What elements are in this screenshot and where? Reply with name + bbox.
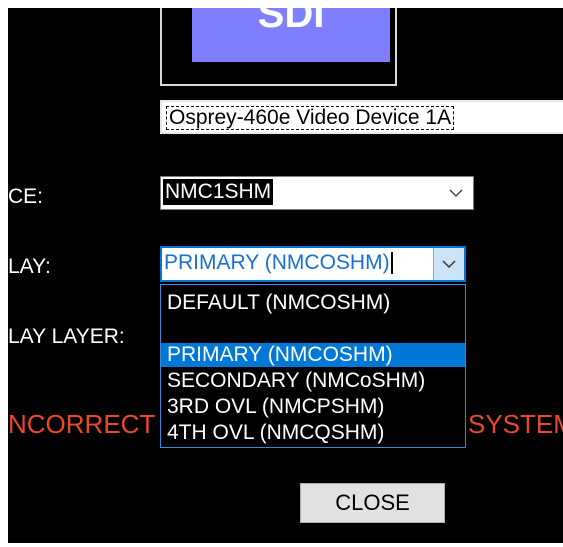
device-name-field[interactable]: Osprey-460e Video Device 1A xyxy=(160,100,563,134)
overlay-label: LAY: xyxy=(8,255,51,278)
dropdown-option[interactable]: 4TH OVL (NMCQSHM) xyxy=(161,421,465,445)
chevron-down-icon[interactable] xyxy=(433,248,464,280)
warning-text-left: NCORRECT xyxy=(8,409,156,439)
overlay-layer-label: LAY LAYER: xyxy=(8,325,125,348)
source-label: CE: xyxy=(8,185,44,208)
source-select[interactable]: NMC1SHM xyxy=(160,176,474,210)
dropdown-option[interactable]: DEFAULT (NMCOSHM) xyxy=(161,291,465,315)
source-select-value: NMC1SHM xyxy=(163,179,274,205)
close-button[interactable]: CLOSE xyxy=(300,483,445,523)
overlay-select-value: PRIMARY (NMCOSHM) xyxy=(164,250,393,276)
dropdown-option[interactable] xyxy=(161,317,465,341)
dropdown-option[interactable]: SECONDARY (NMCoSHM) xyxy=(161,369,465,393)
chevron-down-icon[interactable] xyxy=(439,177,473,209)
sdi-preview-button[interactable]: SDI xyxy=(192,8,390,62)
overlay-select[interactable]: PRIMARY (NMCOSHM) xyxy=(160,246,466,282)
dropdown-option-selected[interactable]: PRIMARY (NMCOSHM) xyxy=(161,343,465,367)
preview-frame: SDI xyxy=(160,8,397,86)
dropdown-option[interactable]: 3RD OVL (NMCPSHM) xyxy=(161,395,465,419)
settings-panel: SDI Osprey-460e Video Device 1A CE: NMC1… xyxy=(8,8,563,543)
warning-text-right: SYSTEM xyxy=(468,409,563,439)
overlay-dropdown-list: DEFAULT (NMCOSHM) PRIMARY (NMCOSHM) SECO… xyxy=(160,284,466,448)
device-name-text: Osprey-460e Video Device 1A xyxy=(166,106,455,130)
